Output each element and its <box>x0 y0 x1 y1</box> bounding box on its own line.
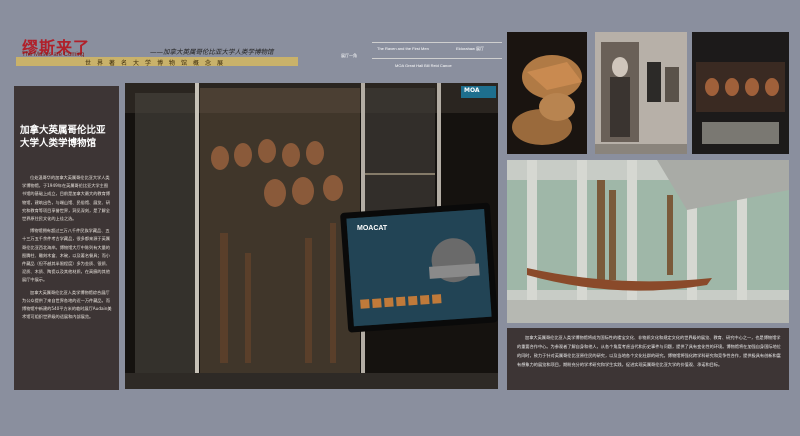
description-paragraph-2: 博物馆拥有超过三万八千件民族学藏品、五十三万五千余件考古学藏品，很多都来源于英属… <box>22 228 110 283</box>
raven-illustration <box>507 32 587 154</box>
main-gallery-photo: MOA MOACAT <box>125 83 498 389</box>
great-hall-illustration <box>507 160 789 323</box>
exhibit-label-raven: The Raven and the First Men <box>377 46 429 51</box>
portrait-illustration <box>595 32 687 154</box>
great-hall-canoe-photo <box>507 160 789 323</box>
mask-case-illustration <box>692 32 789 154</box>
series-title: 世界著名大学博物馆概念展 <box>84 60 229 67</box>
museum-description: 位处温哥华的加拿大英属哥伦比亚大学人类学博物馆，于1949年在英属哥伦比亚大学主… <box>22 174 112 325</box>
description-paragraph-1: 位处温哥华的加拿大英属哥伦比亚大学人类学博物馆，于1949年在英属哥伦比亚大学主… <box>22 175 110 222</box>
mission-text: 加拿大英属哥伦比亚人类学博物馆将成为国际性的楼宝文化、非物质文化和规定文化的世界… <box>517 335 781 367</box>
header-subtitle: ——加拿大英属哥伦比亚大学人类学博物馆 <box>150 48 274 56</box>
label-divider-top <box>372 42 502 43</box>
label-divider-mid <box>372 58 502 59</box>
portrait-gallery-photo <box>595 32 687 154</box>
mask-case-photo <box>692 32 789 154</box>
small-label: 展厅一角 <box>341 53 357 58</box>
moacat-title: MOACAT <box>357 225 388 232</box>
gallery-illustration <box>125 83 498 389</box>
exhibit-label-canoe: MOA Great Hall Bill Reid Canoe <box>395 63 452 68</box>
moa-badge: MOA <box>464 87 480 94</box>
raven-sculpture-photo <box>507 32 587 154</box>
exhibit-label-eldorahaw: Eldorahaw 展厅 <box>456 46 485 51</box>
description-paragraph-3: 加拿大英属哥伦比亚人类学博物馆综合展厅为公众提供了来自世界各地的近一万件藏品，而… <box>22 289 112 320</box>
museum-title: 加拿大英属哥伦比亚大学人类学博物馆 <box>20 125 106 149</box>
